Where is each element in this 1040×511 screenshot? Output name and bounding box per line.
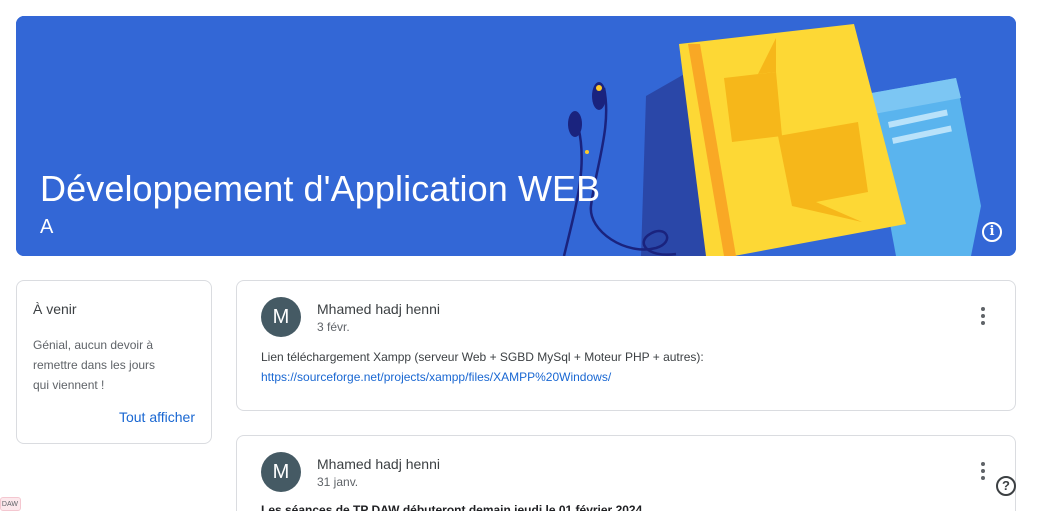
- more-options-icon[interactable]: [981, 462, 985, 480]
- post-author: Mhamed hadj henni: [317, 301, 440, 317]
- classroom-stream-page: Développement d'Application WEB A i À ve…: [0, 0, 1040, 511]
- post-link[interactable]: https://sourceforge.net/projects/xampp/f…: [261, 367, 704, 387]
- upcoming-message: Génial, aucun devoir à remettre dans les…: [33, 338, 156, 392]
- post-text: Les séances de TP DAW débuteront demain …: [261, 503, 643, 511]
- help-icon[interactable]: ?: [996, 476, 1016, 496]
- avatar[interactable]: M: [261, 452, 301, 492]
- post-body: Lien téléchargement Xampp (serveur Web +…: [261, 347, 704, 387]
- post-author: Mhamed hadj henni: [317, 456, 440, 472]
- post-text: Lien téléchargement Xampp (serveur Web +…: [261, 350, 704, 364]
- stream-post: M Mhamed hadj henni 31 janv. Les séances…: [236, 435, 1016, 511]
- upcoming-card: À venir Génial, aucun devoir à remettre …: [16, 280, 212, 444]
- class-section: A: [40, 216, 54, 238]
- post-date: 3 févr.: [317, 320, 350, 334]
- info-icon[interactable]: i: [982, 222, 1002, 242]
- avatar[interactable]: M: [261, 297, 301, 337]
- view-all-link[interactable]: Tout afficher: [119, 409, 195, 425]
- edge-badge[interactable]: DAW: [0, 497, 21, 511]
- banner-illustration: [16, 16, 1016, 256]
- more-options-icon[interactable]: [981, 307, 985, 325]
- stream-post: M Mhamed hadj henni 3 févr. Lien télécha…: [236, 280, 1016, 411]
- class-banner: Développement d'Application WEB A i: [16, 16, 1016, 256]
- post-date: 31 janv.: [317, 475, 359, 489]
- upcoming-title: À venir: [33, 301, 77, 317]
- class-title: Développement d'Application WEB: [40, 168, 601, 209]
